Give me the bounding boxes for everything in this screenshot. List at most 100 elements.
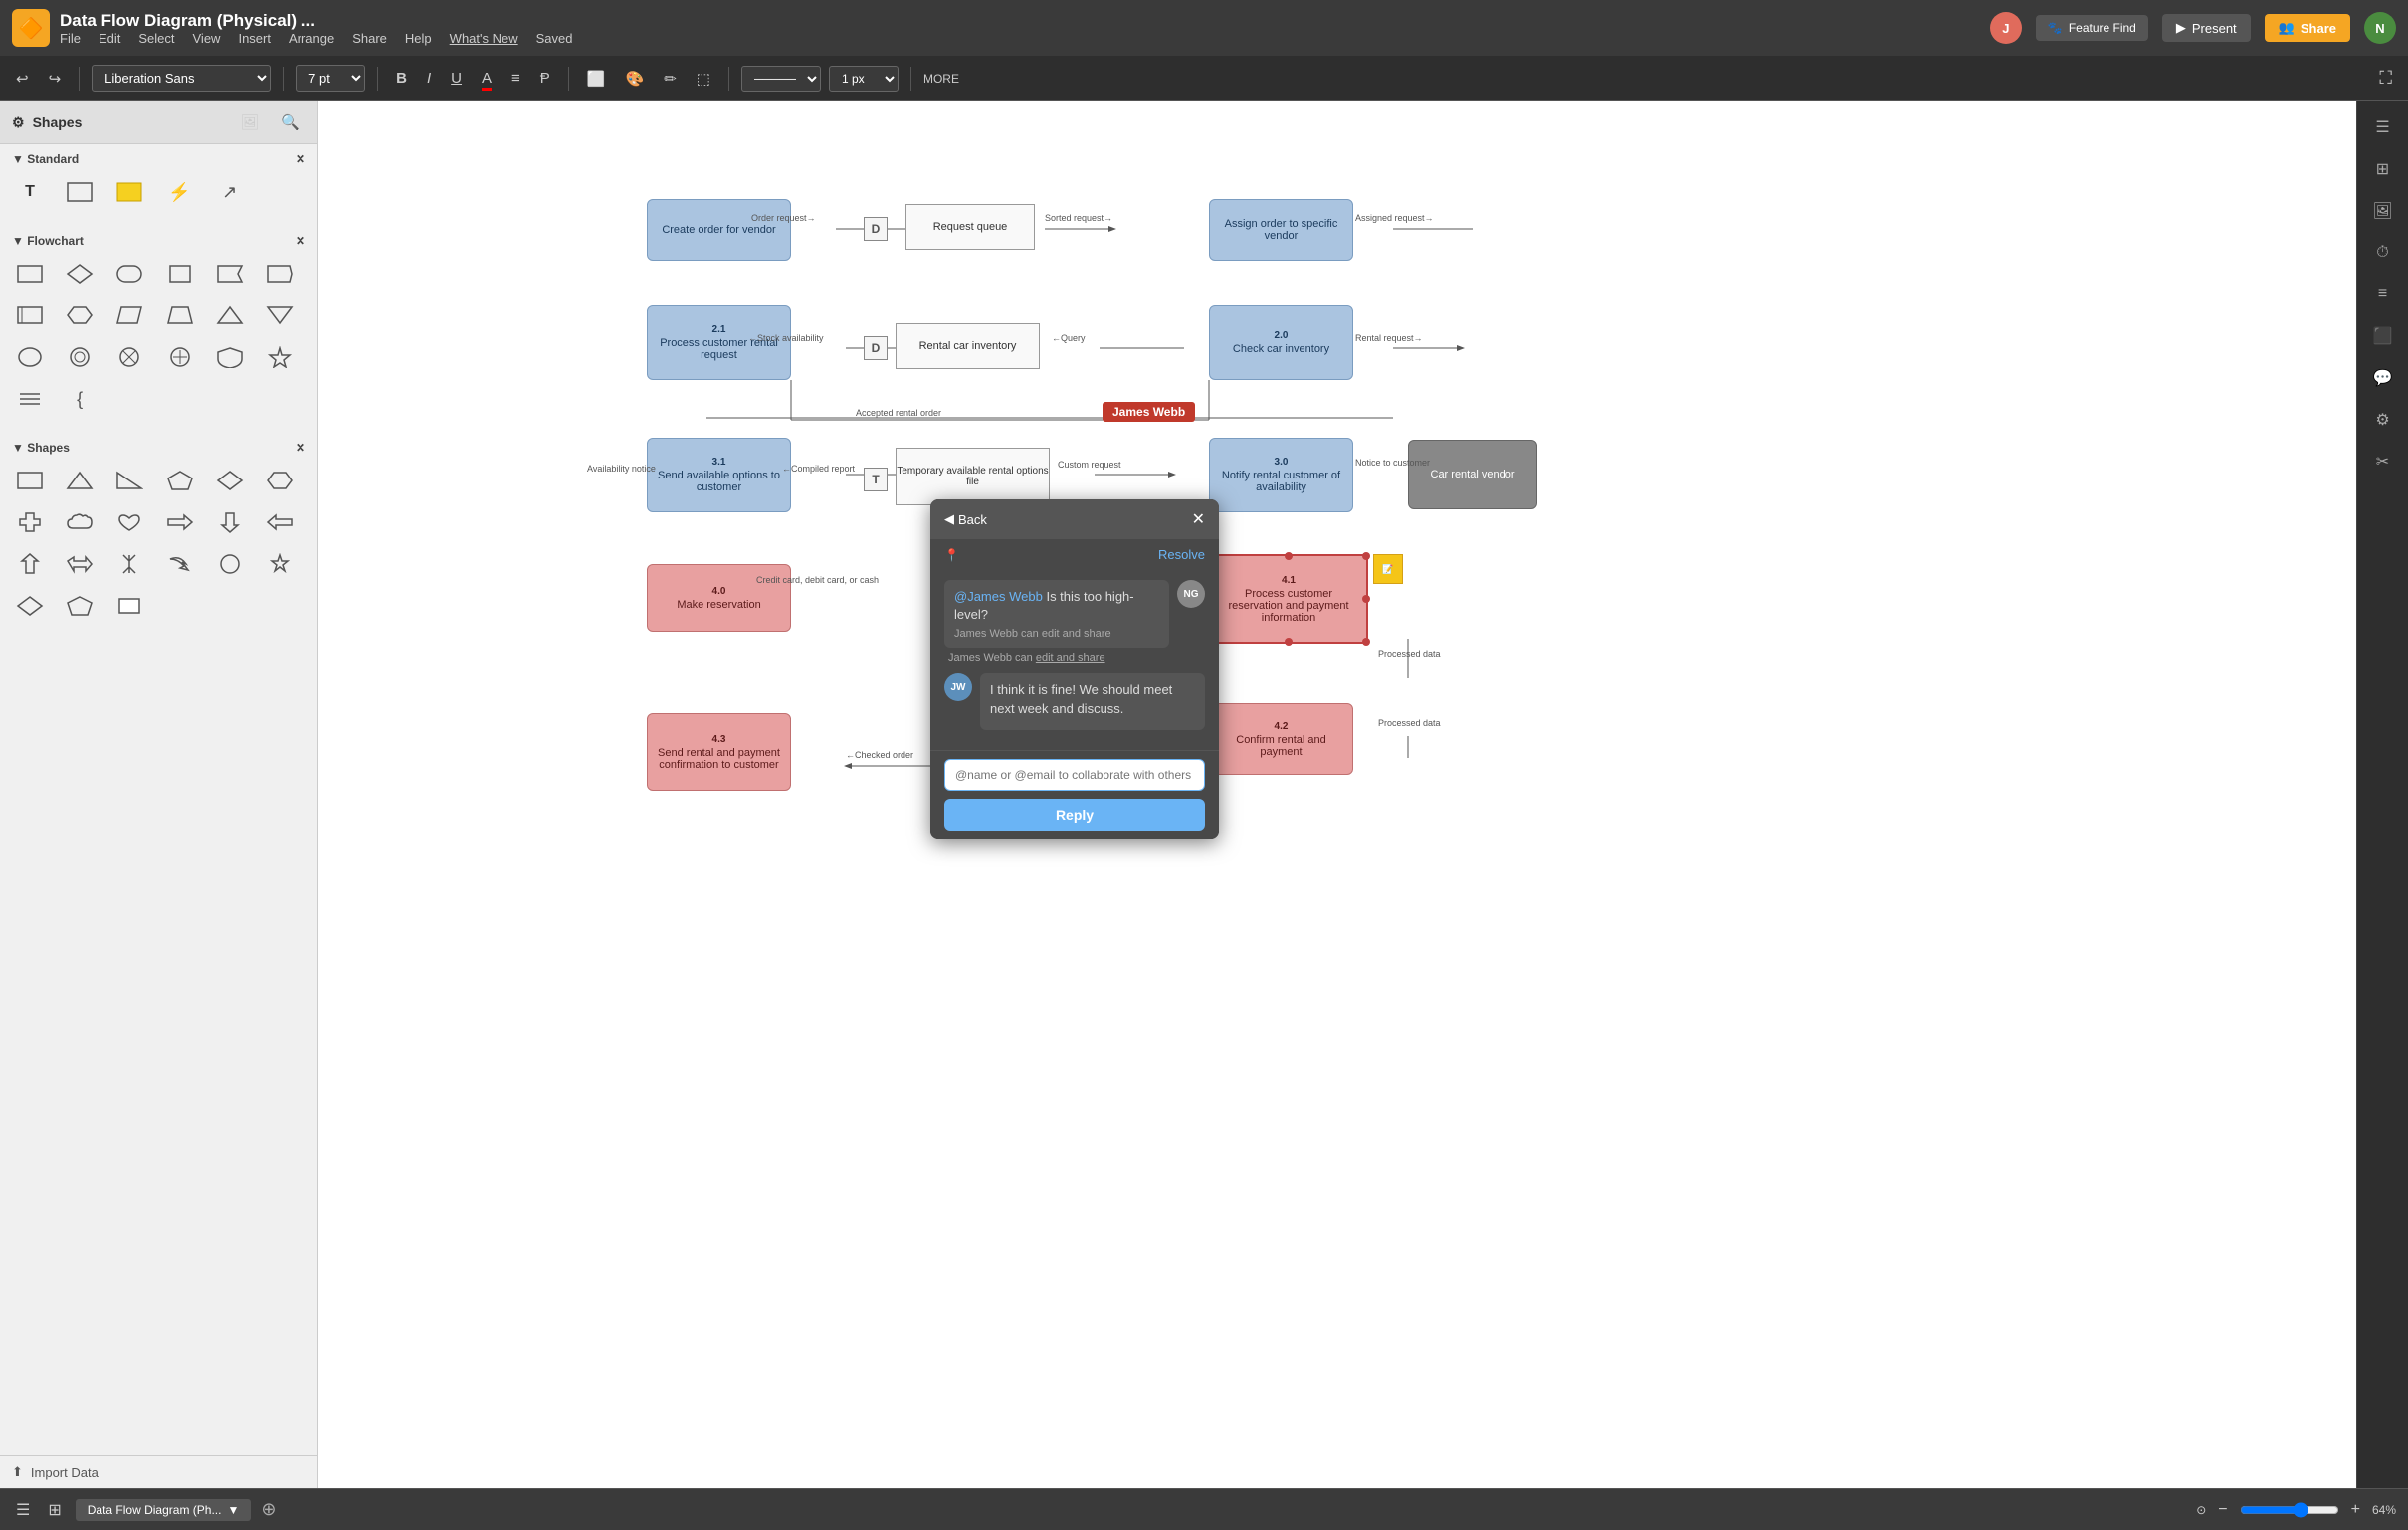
fc-inv-triangle[interactable] (262, 297, 298, 333)
fc-x-circle[interactable] (111, 339, 147, 375)
sticky-note[interactable]: 📝 (1373, 554, 1403, 584)
rp-table-button[interactable]: ⊞ (2365, 151, 2401, 187)
fc-list[interactable] (12, 381, 48, 417)
sh-triangle[interactable] (62, 463, 98, 498)
shapes-section-header[interactable]: ▼ Shapes ✕ (12, 441, 305, 455)
sh-hexagon[interactable] (262, 463, 298, 498)
node-confirm-payment[interactable]: 4.2 Confirm rental and payment (1209, 703, 1353, 775)
fc-parallelogram[interactable] (111, 297, 147, 333)
node-send-confirmation[interactable]: 4.3 Send rental and payment confirmation… (647, 713, 791, 791)
sh-pentagon[interactable] (162, 463, 198, 498)
sh-cross[interactable] (12, 504, 48, 540)
tab-dropdown-icon[interactable]: ▼ (227, 1503, 239, 1517)
datastore-request-queue[interactable]: Request queue (905, 204, 1035, 250)
stroke-color-button[interactable]: ✏ (658, 66, 683, 92)
text-shape[interactable]: T (12, 174, 48, 210)
redo-button[interactable]: ↪ (43, 66, 68, 92)
align-button[interactable]: ≡ (505, 66, 526, 91)
fc-triangle[interactable] (212, 297, 248, 333)
fc-rect[interactable] (12, 256, 48, 291)
node-notify-customer[interactable]: 3.0 Notify rental customer of availabili… (1209, 438, 1353, 512)
diagram-tab[interactable]: Data Flow Diagram (Ph... ▼ (76, 1499, 252, 1521)
yellow-rect-shape[interactable] (111, 174, 147, 210)
sh-rect[interactable] (12, 463, 48, 498)
standard-close-icon[interactable]: ✕ (296, 152, 305, 166)
comment-close-button[interactable]: ✕ (1192, 509, 1205, 529)
sh-diamond[interactable] (212, 463, 248, 498)
lightning-shape[interactable]: ⚡ (162, 174, 198, 210)
shapes-close-icon[interactable]: ✕ (296, 441, 305, 455)
sh-arrow-left[interactable] (262, 504, 298, 540)
standard-section-header[interactable]: ▼ Standard ✕ (12, 152, 305, 166)
node-send-options[interactable]: 3.1 Send available options to customer (647, 438, 791, 512)
reply-button[interactable]: Reply (944, 799, 1205, 831)
shape-style-button[interactable]: ⬜ (581, 66, 612, 92)
fc-star[interactable] (262, 339, 298, 375)
fc-circle[interactable] (12, 339, 48, 375)
line-width-selector[interactable]: 1 px (829, 66, 899, 92)
sh-diamond2[interactable] (12, 588, 48, 624)
fc-diamond[interactable] (62, 256, 98, 291)
grid-view-button[interactable]: ⊞ (44, 1496, 65, 1524)
menu-view[interactable]: View (193, 31, 221, 46)
zoom-slider[interactable] (2240, 1502, 2339, 1518)
fc-flag[interactable] (262, 256, 298, 291)
font-color-button[interactable]: A (476, 66, 498, 91)
node-make-reservation[interactable]: 4.0 Make reservation (647, 564, 791, 632)
datastore-temp-options[interactable]: Temporary available rental options file (896, 448, 1050, 505)
rp-settings-button[interactable]: ⚙ (2365, 402, 2401, 438)
sh-heart[interactable] (111, 504, 147, 540)
sh-double-arrow[interactable] (62, 546, 98, 582)
sh-white-box[interactable] (111, 588, 147, 624)
menu-select[interactable]: Select (138, 31, 174, 46)
present-button[interactable]: ▶ Present (2162, 14, 2251, 42)
datastore-rental-inventory[interactable]: Rental car inventory (896, 323, 1040, 369)
fc-rect3[interactable] (12, 297, 48, 333)
shapes-image-button[interactable]: 🖼 (234, 109, 265, 135)
underline-button[interactable]: U (445, 66, 468, 91)
feature-find-button[interactable]: 🐾 File Feature Find (2036, 15, 2148, 41)
sh-circle2[interactable] (212, 546, 248, 582)
fc-rounded[interactable] (111, 256, 147, 291)
node-car-vendor[interactable]: Car rental vendor (1408, 440, 1537, 509)
extra-options-button[interactable]: ⬚ (691, 66, 716, 92)
rp-scissors-button[interactable]: ✂ (2365, 444, 2401, 479)
comment-input[interactable] (944, 759, 1205, 791)
expand-button[interactable]: ⛶ (2373, 64, 2398, 93)
sh-arrow-up[interactable] (12, 546, 48, 582)
comment-resolve-button[interactable]: Resolve (1158, 547, 1205, 562)
text-align-button[interactable]: Ᵽ (534, 66, 556, 91)
fc-circle2[interactable] (62, 339, 98, 375)
fc-trapezoid[interactable] (162, 297, 198, 333)
node-create-order[interactable]: Create order for vendor (647, 199, 791, 261)
user-avatar-j[interactable]: J (1990, 12, 2022, 44)
comment-back-button[interactable]: ◀ Back (944, 511, 987, 527)
line-style-selector[interactable]: ───── (741, 66, 821, 92)
italic-button[interactable]: I (421, 66, 437, 91)
node-check-inventory[interactable]: 2.0 Check car inventory (1209, 305, 1353, 380)
add-tab-button[interactable]: ⊕ (261, 1499, 276, 1520)
share-button[interactable]: 👥 Share (2265, 14, 2350, 42)
node-assign-order[interactable]: Assign order to specific vendor (1209, 199, 1353, 261)
menu-insert[interactable]: Insert (238, 31, 271, 46)
fc-rect2[interactable] (162, 256, 198, 291)
sh-arrow-down[interactable] (212, 504, 248, 540)
bold-button[interactable]: B (390, 66, 413, 91)
menu-arrange[interactable]: Arrange (289, 31, 334, 46)
zoom-in-button[interactable]: + (2347, 1497, 2364, 1523)
arrow-shape[interactable]: ↗ (212, 174, 248, 210)
user-avatar-n[interactable]: N (2364, 12, 2396, 44)
sh-pentagon2[interactable] (62, 588, 98, 624)
fc-braces[interactable]: { (62, 381, 98, 417)
shapes-search-button[interactable]: 🔍 (275, 109, 305, 135)
edit-share-link[interactable]: edit and share (1036, 652, 1105, 664)
menu-help[interactable]: Help (405, 31, 432, 46)
rp-comment-button[interactable]: 💬 (2365, 360, 2401, 396)
fc-plus[interactable] (162, 339, 198, 375)
sh-right-triangle[interactable] (111, 463, 147, 498)
node-process-payment[interactable]: 4.1 Process customer reservation and pay… (1209, 554, 1368, 644)
import-data-button[interactable]: ⬆ Import Data (0, 1455, 317, 1488)
fc-shield[interactable] (212, 339, 248, 375)
undo-button[interactable]: ↩ (10, 66, 35, 92)
menu-edit[interactable]: Edit (99, 31, 120, 46)
